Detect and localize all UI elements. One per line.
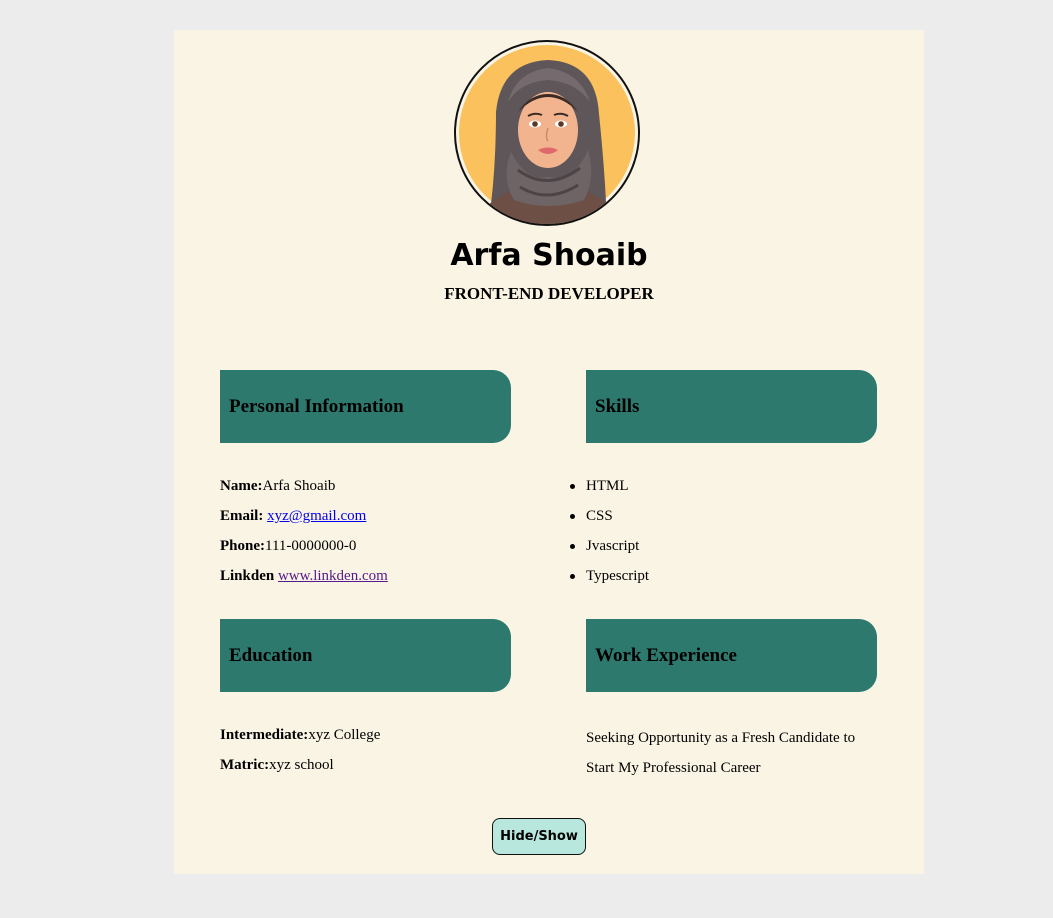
- name-label: Name:: [220, 478, 263, 494]
- section-header-personal-information: Personal Information: [220, 370, 511, 443]
- skill-label: HTML: [586, 478, 629, 494]
- personal-email-row: Email: xyz@gmail.com: [220, 506, 366, 526]
- linkedin-link[interactable]: www.linkden.com: [278, 568, 388, 584]
- skill-label: Typescript: [586, 568, 650, 584]
- personal-phone-row: Phone:111-0000000-0: [220, 536, 356, 556]
- section-header-work-experience: Work Experience: [586, 619, 877, 692]
- email-label: Email:: [220, 508, 264, 524]
- profile-name: Arfa Shoaib: [450, 238, 648, 273]
- bullet-icon: [570, 574, 575, 579]
- education-intermediate-row: Intermediate:xyz College: [220, 725, 380, 745]
- skill-item: Jvascript: [570, 536, 640, 556]
- matric-value: xyz school: [269, 757, 334, 773]
- work-experience-description: Seeking Opportunity as a Fresh Candidate…: [586, 730, 856, 776]
- profile-avatar: [454, 40, 640, 226]
- phone-value: 111-0000000-0: [265, 538, 357, 554]
- skill-label: Jvascript: [586, 538, 640, 554]
- section-header-education: Education: [220, 619, 511, 692]
- skill-label: CSS: [586, 508, 613, 524]
- hijab-woman-avatar-icon: [459, 45, 635, 224]
- bullet-icon: [570, 484, 575, 489]
- resume-card: Arfa Shoaib FRONT-END DEVELOPER Personal…: [174, 30, 924, 874]
- name-value: Arfa Shoaib: [262, 478, 336, 494]
- personal-linkedin-row: Linkden www.linkden.com: [220, 566, 388, 586]
- hide-show-button[interactable]: Hide/Show: [492, 818, 586, 855]
- linkedin-label: Linkden: [220, 568, 275, 584]
- intermediate-label: Intermediate:: [220, 727, 309, 743]
- bullet-icon: [570, 544, 575, 549]
- education-matric-row: Matric:xyz school: [220, 755, 334, 775]
- intermediate-value: xyz College: [308, 727, 381, 743]
- phone-label: Phone:: [220, 538, 265, 554]
- skill-item: Typescript: [570, 566, 650, 586]
- section-header-skills: Skills: [586, 370, 877, 443]
- profile-role: FRONT-END DEVELOPER: [444, 284, 654, 303]
- email-link[interactable]: xyz@gmail.com: [267, 508, 366, 524]
- matric-label: Matric:: [220, 757, 270, 773]
- skill-item: CSS: [570, 506, 613, 526]
- personal-name-row: Name:Arfa Shoaib: [220, 476, 335, 496]
- bullet-icon: [570, 514, 575, 519]
- skill-item: HTML: [570, 476, 629, 496]
